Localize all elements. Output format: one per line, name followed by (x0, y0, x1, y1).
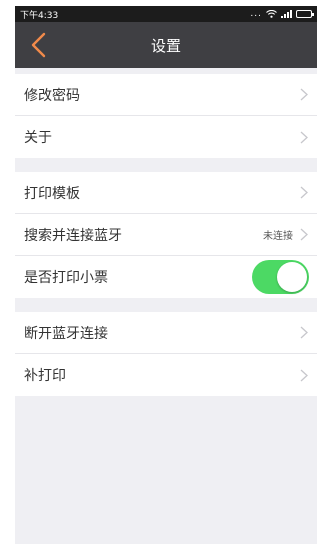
chevron-right-icon (299, 88, 309, 102)
row-label: 搜索并连接蓝牙 (24, 227, 122, 244)
settings-group-printing: 打印模板 搜索并连接蓝牙 未连接 是否打印小票 (15, 172, 317, 298)
section-spacer (15, 298, 317, 312)
toggle-knob (277, 262, 307, 292)
bluetooth-status-value: 未连接 (263, 231, 293, 242)
row-about[interactable]: 关于 (15, 116, 317, 158)
status-icons: ... (250, 8, 314, 19)
signal-icon (281, 10, 292, 18)
phone-screen: 下午4:33 ... 设置 修改密码 关于 打印模板 搜索并连接蓝牙 未连接 是… (15, 6, 317, 544)
row-reprint[interactable]: 补打印 (15, 354, 317, 396)
chevron-right-icon (299, 368, 309, 382)
row-label: 补打印 (24, 368, 66, 384)
battery-icon (296, 10, 314, 18)
page-title: 设置 (150, 36, 181, 55)
row-search-connect-bluetooth[interactable]: 搜索并连接蓝牙 未连接 (15, 214, 317, 256)
row-print-template[interactable]: 打印模板 (15, 172, 317, 214)
print-receipt-toggle[interactable] (252, 260, 309, 294)
row-label: 打印模板 (24, 185, 80, 202)
chevron-right-icon (299, 186, 309, 200)
chevron-right-icon (299, 326, 309, 340)
chevron-left-icon (31, 32, 46, 58)
status-bar: 下午4:33 ... (15, 6, 317, 22)
row-label: 修改密码 (24, 87, 80, 104)
row-label: 是否打印小票 (24, 270, 108, 286)
row-label: 断开蓝牙连接 (24, 325, 108, 342)
back-button[interactable] (25, 30, 51, 60)
row-disconnect-bluetooth[interactable]: 断开蓝牙连接 (15, 312, 317, 354)
status-time: 下午4:33 (20, 10, 59, 21)
chevron-right-icon (299, 130, 309, 144)
settings-group-account: 修改密码 关于 (15, 74, 317, 158)
chevron-right-icon (299, 228, 309, 242)
more-dots-icon: ... (250, 8, 262, 19)
wifi-icon (266, 10, 277, 18)
row-change-password[interactable]: 修改密码 (15, 74, 317, 116)
row-label: 关于 (24, 130, 52, 146)
navigation-bar: 设置 (15, 22, 317, 68)
row-print-receipt: 是否打印小票 (15, 256, 317, 298)
section-spacer (15, 158, 317, 172)
settings-group-bluetooth-actions: 断开蓝牙连接 补打印 (15, 312, 317, 396)
